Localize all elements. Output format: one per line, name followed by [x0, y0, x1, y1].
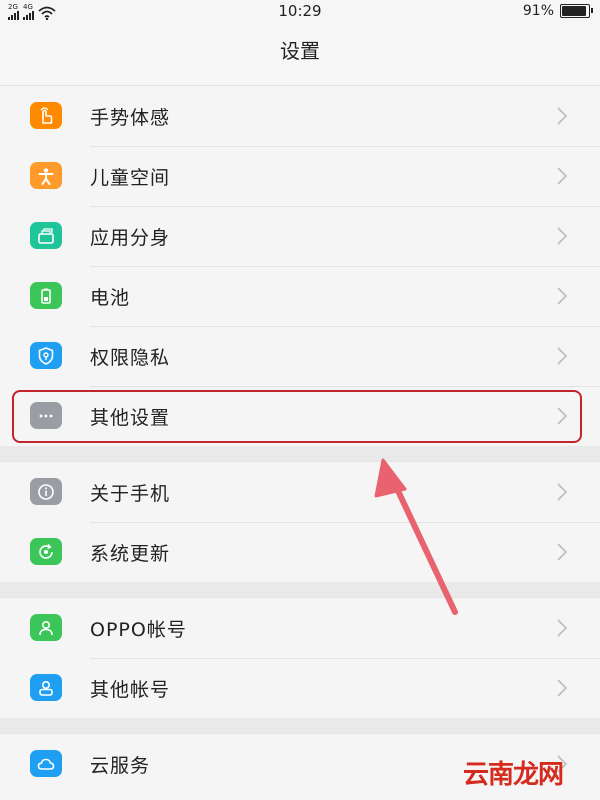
page-header: 设置	[0, 24, 600, 74]
settings-item-battery[interactable]: 电池	[0, 266, 600, 326]
settings-item-system-update[interactable]: 系统更新	[0, 522, 600, 582]
chevron-right-icon	[557, 543, 568, 561]
chevron-right-icon	[557, 227, 568, 245]
more-dots-icon	[30, 402, 62, 429]
watermark-logo: 云南龙网	[463, 760, 564, 790]
settings-item-label: 系统更新	[90, 542, 171, 565]
section-gap	[0, 446, 600, 461]
settings-group-1: 手势体感 儿童空间 应用分身 电池 权限隐私 其他设置	[0, 85, 600, 446]
settings-item-app-clone[interactable]: 应用分身	[0, 206, 600, 266]
settings-item-label: 电池	[90, 286, 131, 309]
settings-item-about-phone[interactable]: 关于手机	[0, 462, 600, 522]
battery-icon	[560, 4, 593, 18]
settings-item-label: 其他设置	[90, 406, 171, 429]
settings-item-label: 关于手机	[90, 482, 171, 505]
chevron-right-icon	[557, 347, 568, 365]
shield-lock-icon	[30, 342, 62, 369]
settings-item-label: 儿童空间	[90, 166, 171, 189]
battery-icon	[30, 282, 62, 309]
divider	[90, 206, 600, 207]
cloud-icon	[30, 750, 62, 777]
child-icon	[30, 162, 62, 189]
settings-group-3: OPPO帐号 其他帐号	[0, 597, 600, 718]
settings-item-label: 手势体感	[90, 106, 171, 129]
status-bar: 2G 4G 10:29 91%	[0, 0, 600, 24]
page-title: 设置	[280, 38, 320, 63]
chevron-right-icon	[557, 107, 568, 125]
section-gap	[0, 582, 600, 597]
person-icon	[30, 614, 62, 641]
settings-item-other-accounts[interactable]: 其他帐号	[0, 658, 600, 718]
chevron-right-icon	[557, 167, 568, 185]
settings-item-other-settings[interactable]: 其他设置	[0, 386, 600, 446]
info-icon	[30, 478, 62, 505]
settings-item-kids-space[interactable]: 儿童空间	[0, 146, 600, 206]
app-clone-icon	[30, 222, 62, 249]
hand-gesture-icon	[30, 102, 62, 129]
battery-percentage: 91%	[522, 3, 554, 19]
settings-group-2: 关于手机 系统更新	[0, 461, 600, 582]
divider	[90, 658, 600, 659]
settings-item-label: 云服务	[90, 754, 151, 777]
settings-item-gesture[interactable]: 手势体感	[0, 86, 600, 146]
account-icon	[30, 674, 62, 701]
divider	[90, 522, 600, 523]
divider	[90, 386, 600, 387]
status-time: 10:29	[278, 2, 322, 20]
divider	[90, 146, 600, 147]
chevron-right-icon	[557, 679, 568, 697]
settings-item-oppo-account[interactable]: OPPO帐号	[0, 598, 600, 658]
update-icon	[30, 538, 62, 565]
settings-item-privacy[interactable]: 权限隐私	[0, 326, 600, 386]
chevron-right-icon	[557, 407, 568, 425]
battery-status: 91%	[522, 3, 593, 19]
section-gap	[0, 718, 600, 733]
chevron-right-icon	[557, 483, 568, 501]
chevron-right-icon	[557, 287, 568, 305]
settings-item-label: 权限隐私	[90, 346, 171, 369]
chevron-right-icon	[557, 619, 568, 637]
settings-item-label: 其他帐号	[90, 678, 171, 701]
divider	[90, 326, 600, 327]
settings-item-label: OPPO帐号	[90, 618, 187, 641]
settings-item-label: 应用分身	[90, 226, 171, 249]
divider	[90, 266, 600, 267]
